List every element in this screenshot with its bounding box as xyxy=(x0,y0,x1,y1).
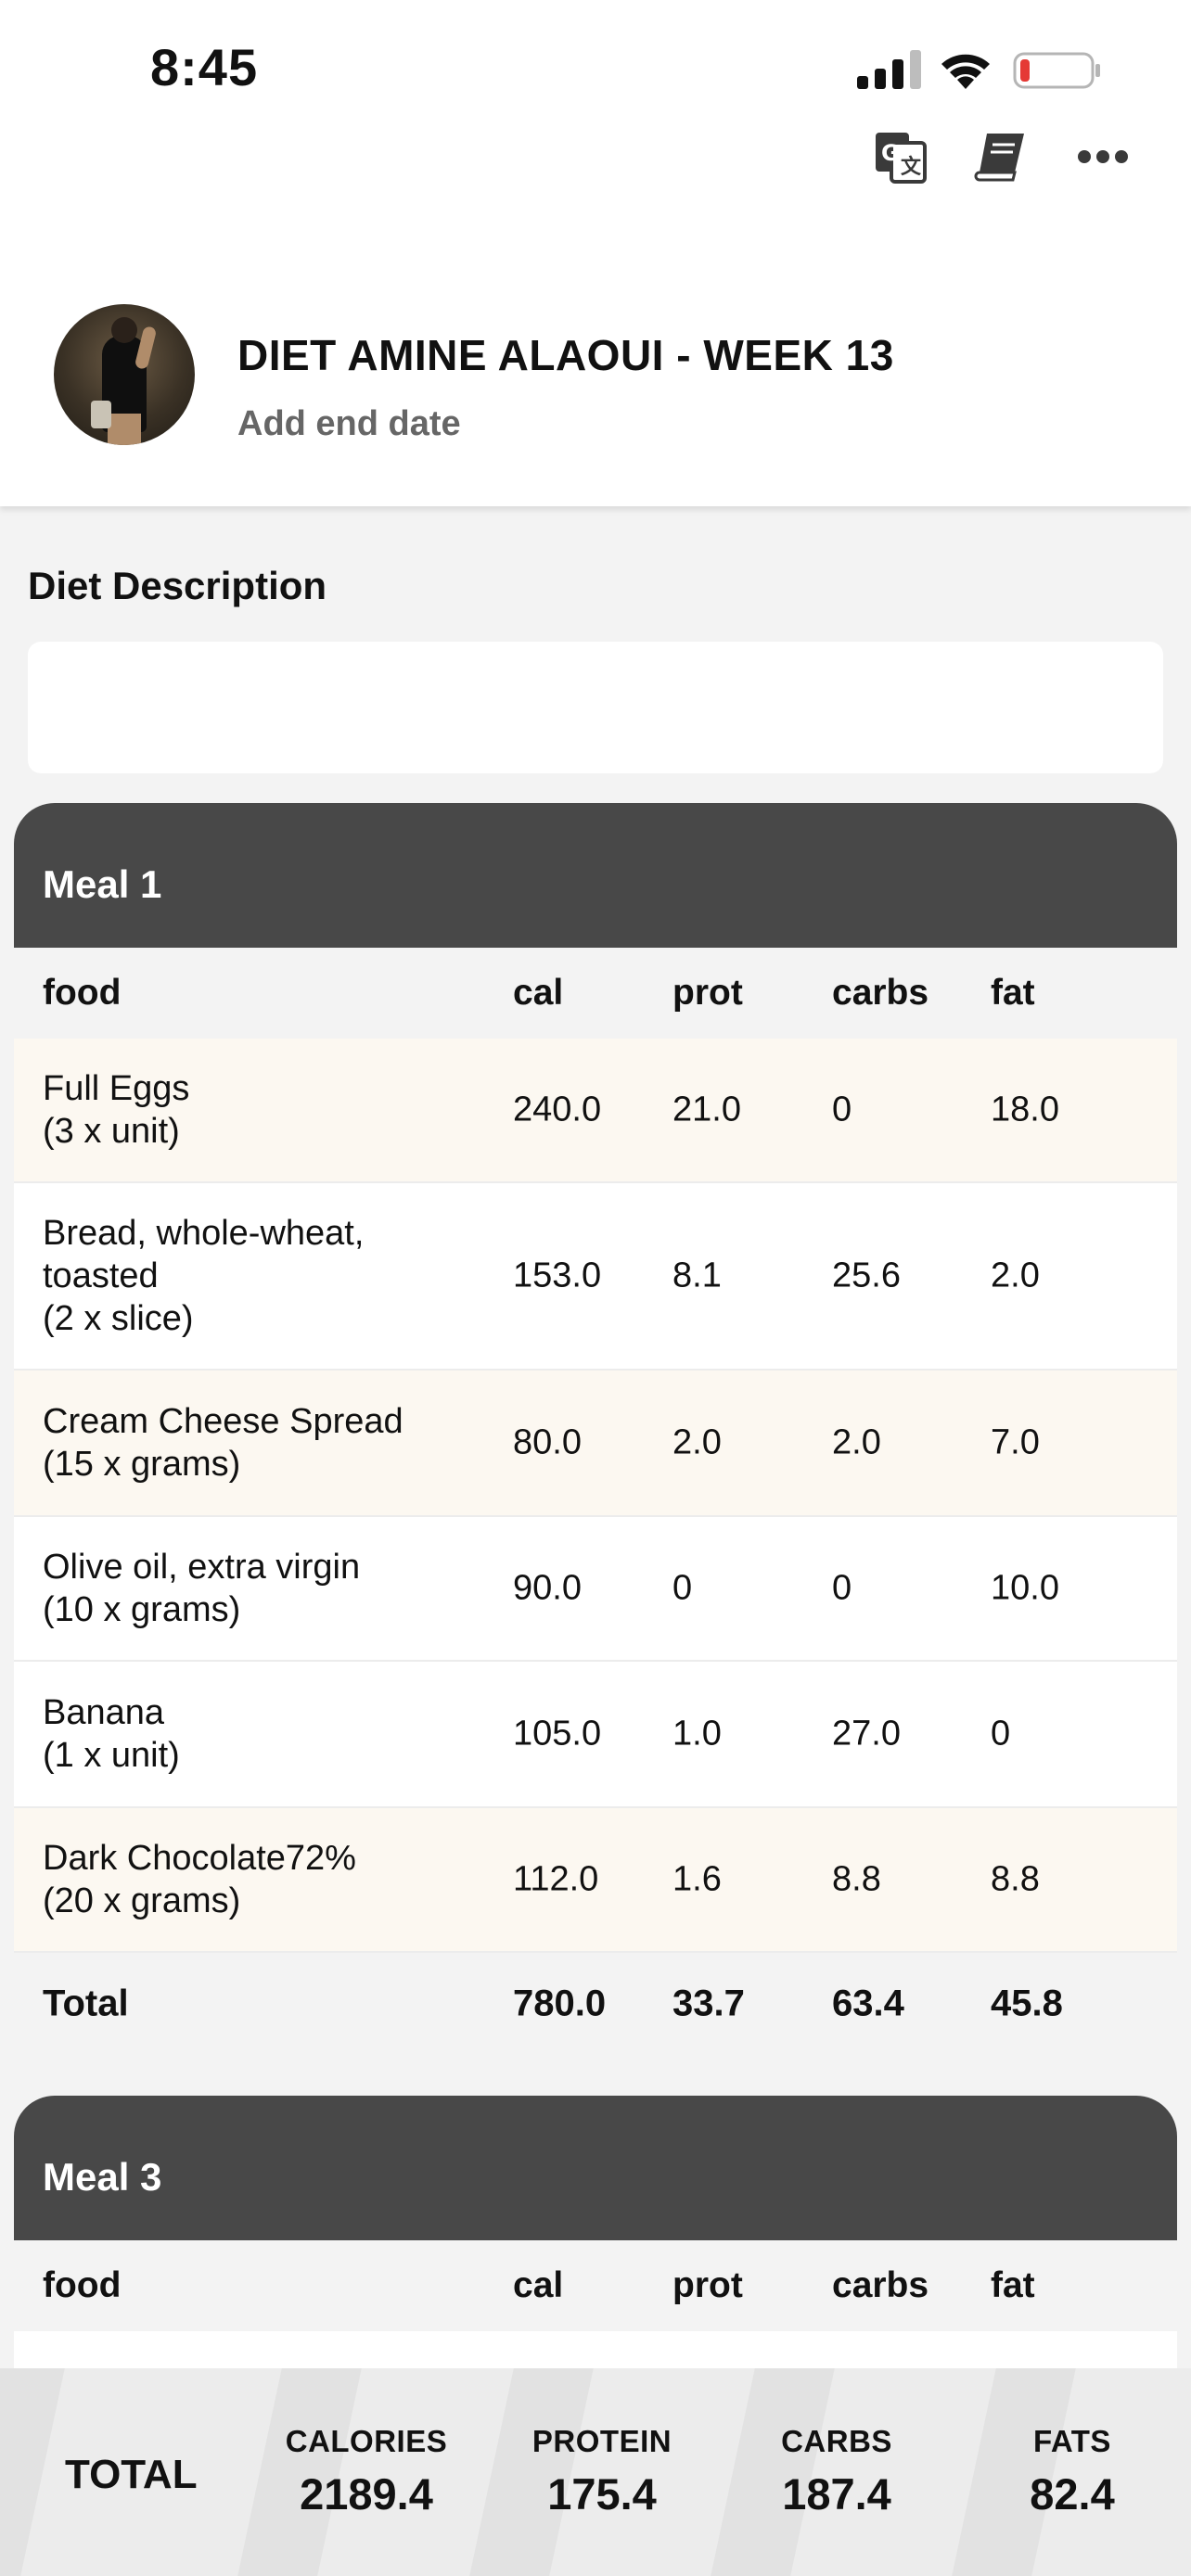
diet-description-label: Diet Description xyxy=(28,564,327,607)
total-cal: 780.0 xyxy=(513,1983,607,2024)
food-row[interactable]: Cream Cheese Spread (15 x grams) 80.0 2.… xyxy=(14,1371,1177,1517)
wifi-icon xyxy=(941,54,990,89)
fats-label: FATS xyxy=(1033,2424,1111,2458)
book-icon[interactable] xyxy=(972,128,1030,185)
daily-totals-bar: TOTAL CALORIES 2189.4 PROTEIN 175.4 CARB… xyxy=(0,2368,1191,2576)
food-fat: 10.0 xyxy=(991,1568,1059,1608)
food-carbs: 8.8 xyxy=(832,1859,881,1899)
grand-total-label: TOTAL xyxy=(65,2452,198,2497)
add-end-date-link[interactable]: Add end date xyxy=(237,404,461,444)
col-prot: prot xyxy=(672,973,743,1013)
diet-description-field[interactable] xyxy=(28,642,1163,773)
protein-total: PROTEIN 175.4 xyxy=(509,2424,695,2519)
total-label: Total xyxy=(43,1983,129,2024)
more-icon[interactable] xyxy=(1074,128,1132,185)
total-fat: 45.8 xyxy=(991,1983,1063,2024)
col-prot: prot xyxy=(672,2265,743,2305)
col-fat: fat xyxy=(991,2265,1035,2305)
meal-header[interactable]: Meal 3 xyxy=(14,2096,1177,2240)
col-cal: cal xyxy=(513,2265,564,2305)
column-headers: food cal prot carbs fat xyxy=(14,948,1177,1039)
food-name: Cream Cheese Spread (15 x grams) xyxy=(43,1402,403,1484)
col-fat: fat xyxy=(991,973,1035,1013)
food-cal: 112.0 xyxy=(513,1859,599,1899)
cellular-signal-icon xyxy=(857,50,921,89)
svg-text:G: G xyxy=(881,140,900,166)
battery-icon xyxy=(1013,52,1100,89)
status-bar: 8:45 xyxy=(0,0,1191,130)
col-cal: cal xyxy=(513,973,564,1013)
food-cal: 90.0 xyxy=(513,1568,582,1608)
meal-header[interactable]: Meal 1 xyxy=(14,803,1177,948)
calories-total: CALORIES 2189.4 xyxy=(274,2424,459,2519)
food-fat: 18.0 xyxy=(991,1090,1059,1129)
food-row[interactable]: Bread, whole-wheat, toasted (2 x slice) … xyxy=(14,1183,1177,1371)
meal-table: Meal 3 food cal prot carbs fat xyxy=(14,2096,1177,2405)
calories-label: CALORIES xyxy=(285,2424,448,2458)
fats-value: 82.4 xyxy=(1030,2469,1115,2519)
food-cal: 240.0 xyxy=(513,1090,602,1129)
food-prot: 0 xyxy=(672,1568,693,1608)
fats-total: FATS 82.4 xyxy=(980,2424,1165,2519)
food-name: Dark Chocolate72% (20 x grams) xyxy=(43,1839,356,1920)
food-carbs: 25.6 xyxy=(832,1256,901,1295)
food-name: Full Eggs (3 x unit) xyxy=(43,1069,190,1151)
food-name: Bread, whole-wheat, toasted (2 x slice) xyxy=(43,1214,365,1338)
food-cal: 153.0 xyxy=(513,1256,602,1295)
protein-label: PROTEIN xyxy=(531,2424,672,2458)
diet-title[interactable]: DIET AMINE ALAOUI - WEEK 13 xyxy=(237,330,894,380)
food-row[interactable]: Full Eggs (3 x unit) 240.0 21.0 0 18.0 xyxy=(14,1039,1177,1183)
col-carbs: carbs xyxy=(832,973,929,1013)
carbs-value: 187.4 xyxy=(782,2469,891,2519)
food-carbs: 2.0 xyxy=(832,1422,881,1462)
food-name: Olive oil, extra virgin (10 x grams) xyxy=(43,1548,361,1629)
total-prot: 33.7 xyxy=(672,1983,745,2024)
food-cal: 105.0 xyxy=(513,1714,602,1753)
food-fat: 7.0 xyxy=(991,1422,1040,1462)
col-carbs: carbs xyxy=(832,2265,929,2305)
food-fat: 2.0 xyxy=(991,1256,1040,1295)
food-row[interactable]: Banana (1 x unit) 105.0 1.0 27.0 0 xyxy=(14,1662,1177,1808)
column-headers: food cal prot carbs fat xyxy=(14,2240,1177,2331)
carbs-label: CARBS xyxy=(781,2424,892,2458)
food-prot: 2.0 xyxy=(672,1422,722,1462)
meal-total-row: Total 780.0 33.7 63.4 45.8 xyxy=(14,1953,1177,2055)
app-header: 8:45 G 文 DIET AMINE ALAOUI - WEEK 13 Add… xyxy=(0,0,1191,506)
food-row[interactable]: Olive oil, extra virgin (10 x grams) 90.… xyxy=(14,1517,1177,1662)
food-prot: 1.0 xyxy=(672,1714,722,1753)
status-time: 8:45 xyxy=(150,38,259,96)
protein-value: 175.4 xyxy=(547,2469,657,2519)
food-fat: 0 xyxy=(991,1714,1011,1753)
svg-text:文: 文 xyxy=(901,155,922,179)
food-name: Banana (1 x unit) xyxy=(43,1693,180,1775)
food-prot: 1.6 xyxy=(672,1859,722,1899)
food-row[interactable]: Dark Chocolate72% (20 x grams) 112.0 1.6… xyxy=(14,1808,1177,1953)
food-prot: 8.1 xyxy=(672,1256,722,1295)
col-food: food xyxy=(43,973,122,1013)
food-carbs: 0 xyxy=(832,1568,852,1608)
col-food: food xyxy=(43,2265,122,2305)
carbs-total: CARBS 187.4 xyxy=(744,2424,929,2519)
avatar[interactable] xyxy=(54,304,195,445)
calories-value: 2189.4 xyxy=(300,2469,433,2519)
food-prot: 21.0 xyxy=(672,1090,741,1129)
total-carbs: 63.4 xyxy=(832,1983,904,2024)
translate-icon[interactable]: G 文 xyxy=(872,128,929,185)
food-carbs: 27.0 xyxy=(832,1714,901,1753)
food-cal: 80.0 xyxy=(513,1422,582,1462)
meal-table: Meal 1 food cal prot carbs fat Full Eggs… xyxy=(14,803,1177,2055)
food-carbs: 0 xyxy=(832,1090,852,1129)
decor-stripe xyxy=(0,2368,65,2576)
food-fat: 8.8 xyxy=(991,1859,1040,1899)
